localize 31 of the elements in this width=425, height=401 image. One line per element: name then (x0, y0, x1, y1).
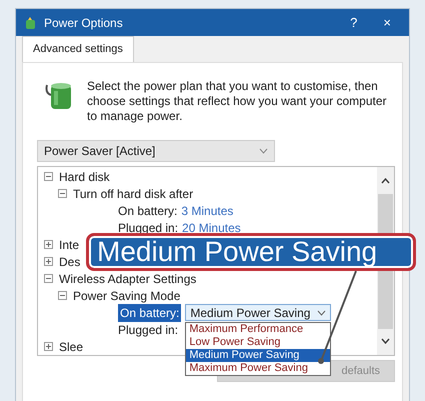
tree-item[interactable]: Wireless Adapter Settings (59, 270, 196, 288)
caret-icon (259, 148, 268, 154)
window-title: Power Options (44, 14, 123, 32)
expand-toggle-icon[interactable] (44, 172, 53, 181)
expand-toggle-icon[interactable] (58, 189, 67, 198)
dropdown-option[interactable]: Low Power Saving (186, 336, 330, 349)
setting-label[interactable]: Plugged in: (118, 320, 178, 338)
close-button[interactable]: × (373, 16, 401, 29)
tree-item[interactable]: Hard disk (59, 168, 110, 186)
tree-item[interactable]: Inte (59, 236, 80, 254)
help-button[interactable]: ? (340, 16, 368, 29)
tab[interactable]: Advanced settings (22, 36, 134, 62)
expand-toggle-icon[interactable] (58, 291, 67, 300)
power-plan-icon (24, 16, 38, 30)
dropdown-option[interactable]: Medium Power Saving (186, 349, 330, 362)
callout-tooltip: Medium Power Saving (86, 233, 416, 271)
instruction-text: Select the power plan that you want to customise, then choose settings that reflect how you want your computer to manage power. (87, 79, 387, 124)
expand-toggle-icon[interactable] (44, 274, 53, 283)
plan-dropdown[interactable]: Power Saver [Active] (37, 140, 275, 162)
tree-item[interactable]: Power Saving Mode (73, 286, 180, 304)
setting-value[interactable]: 3 Minutes (181, 202, 234, 220)
expand-toggle-icon[interactable] (44, 257, 53, 266)
setting-label[interactable]: On battery: (118, 304, 182, 322)
expand-toggle-icon[interactable] (44, 240, 53, 249)
expand-toggle-icon[interactable] (44, 342, 53, 351)
dropdown-option[interactable]: Maximum Performance (186, 323, 330, 336)
tree-item[interactable]: Slee (59, 338, 84, 356)
caret-icon (317, 310, 326, 316)
tree-item[interactable]: Turn off hard disk after (73, 184, 194, 202)
setting-label[interactable]: On battery: (118, 202, 178, 220)
tree-item[interactable]: Des (59, 252, 80, 270)
